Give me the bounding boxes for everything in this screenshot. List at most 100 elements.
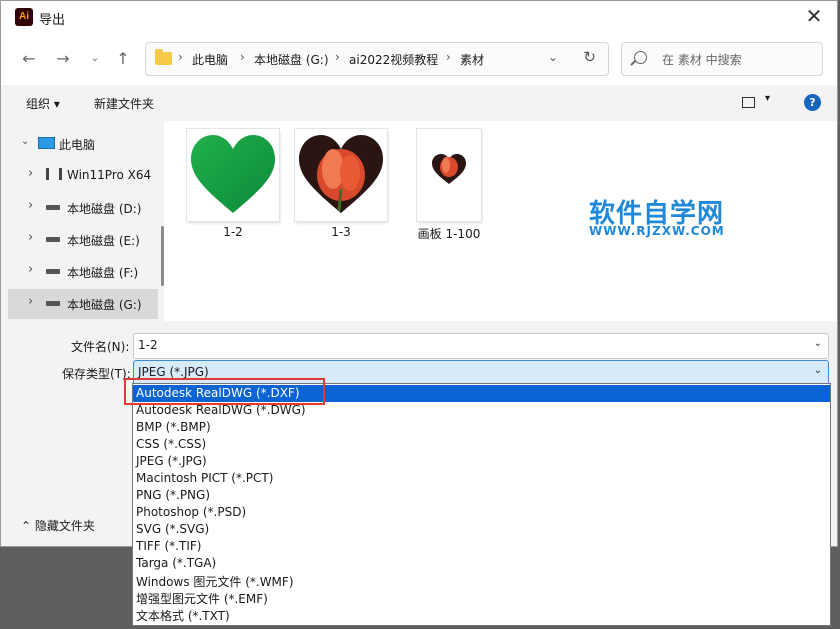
breadcrumb-drive-g[interactable]: 本地磁盘 (G:) bbox=[254, 51, 329, 68]
view-icon[interactable] bbox=[742, 97, 755, 108]
organize-button[interactable]: 组织 ▾ bbox=[26, 95, 60, 112]
artboard-thumbnail bbox=[417, 129, 481, 221]
option-label: PNG (*.PNG) bbox=[136, 488, 211, 502]
sidebar-item-drive-f[interactable]: › 本地磁盘 (F:) bbox=[8, 257, 158, 287]
filename-field[interactable]: 1-2 ⌄ bbox=[133, 333, 829, 359]
option-pct[interactable]: Macintosh PICT (*.PCT) bbox=[133, 470, 830, 487]
chevron-right-icon[interactable]: › bbox=[28, 262, 33, 277]
option-jpg[interactable]: JPEG (*.JPG) bbox=[133, 453, 830, 470]
chevron-right-icon[interactable]: › bbox=[28, 294, 33, 309]
option-svg[interactable]: SVG (*.SVG) bbox=[133, 521, 830, 538]
small-tulip-heart-icon bbox=[432, 154, 466, 184]
computer-icon bbox=[38, 137, 55, 149]
chevron-down-icon[interactable]: ⌄ bbox=[21, 136, 29, 147]
green-heart-icon bbox=[191, 135, 275, 213]
hide-folders-toggle[interactable]: ⌃ 隐藏文件夹 bbox=[21, 517, 95, 534]
recent-chevron-icon[interactable]: ⌄ bbox=[83, 47, 107, 71]
option-label: TIFF (*.TIF) bbox=[136, 539, 202, 553]
watermark-url: WWW.RJZXW.COM bbox=[589, 224, 725, 238]
breadcrumb-ai2022[interactable]: ai2022视频教程 bbox=[349, 51, 438, 68]
help-icon[interactable]: ? bbox=[804, 94, 821, 111]
address-bar-row: ← → ⌄ ↑ › 此电脑 › 本地磁盘 (G:) › ai2022视频教程 ›… bbox=[1, 33, 837, 85]
close-button[interactable]: ✕ bbox=[791, 1, 837, 33]
forward-arrow-icon[interactable]: → bbox=[51, 47, 75, 71]
address-dropdown-icon[interactable]: ⌄ bbox=[548, 50, 558, 64]
sidebar-item-drive-g[interactable]: › 本地磁盘 (G:) bbox=[8, 289, 158, 319]
breadcrumb-this-pc[interactable]: 此电脑 bbox=[192, 51, 228, 68]
filename-value: 1-2 bbox=[138, 338, 158, 352]
option-tif[interactable]: TIFF (*.TIF) bbox=[133, 538, 830, 555]
back-arrow-icon[interactable]: ← bbox=[17, 47, 41, 71]
refresh-icon[interactable]: ↻ bbox=[583, 48, 596, 66]
option-label: 增强型图元文件 (*.EMF) bbox=[136, 592, 268, 606]
address-field[interactable]: › 此电脑 › 本地磁盘 (G:) › ai2022视频教程 › 素材 ⌄ ↻ bbox=[145, 42, 609, 76]
option-label: CSS (*.CSS) bbox=[136, 437, 207, 451]
view-dropdown-icon[interactable]: ▾ bbox=[765, 93, 770, 104]
sidebar-item-label: Win11Pro X64 bbox=[67, 168, 152, 182]
option-label: Macintosh PICT (*.PCT) bbox=[136, 471, 274, 485]
crumb-separator: › bbox=[335, 50, 340, 64]
title-bar: Ai 导出 ✕ bbox=[1, 1, 837, 33]
sidebar-item-label: 本地磁盘 (G:) bbox=[67, 298, 142, 312]
breadcrumb-material[interactable]: 素材 bbox=[460, 51, 484, 68]
sidebar-item-label: 本地磁盘 (E:) bbox=[67, 234, 140, 248]
sidebar-item-this-pc[interactable]: ⌄ 此电脑 bbox=[8, 129, 158, 159]
network-icon bbox=[46, 168, 62, 180]
folder-icon bbox=[155, 49, 172, 65]
chevron-right-icon[interactable]: › bbox=[28, 166, 33, 181]
option-bmp[interactable]: BMP (*.BMP) bbox=[133, 419, 830, 436]
search-placeholder: 在 素材 中搜索 bbox=[662, 53, 742, 67]
chevron-down-icon[interactable]: ⌄ bbox=[814, 338, 822, 349]
drive-icon bbox=[46, 237, 60, 242]
chevron-down-icon[interactable]: ⌄ bbox=[814, 365, 822, 376]
crumb-separator: › bbox=[178, 50, 183, 64]
filetype-value: JPEG (*.JPG) bbox=[138, 365, 209, 379]
option-txt[interactable]: 文本格式 (*.TXT) bbox=[133, 606, 830, 623]
option-psd[interactable]: Photoshop (*.PSD) bbox=[133, 504, 830, 521]
sidebar-item-drive-d[interactable]: › 本地磁盘 (D:) bbox=[8, 193, 158, 223]
option-emf[interactable]: 增强型图元文件 (*.EMF) bbox=[133, 589, 830, 606]
dialog-title: 导出 bbox=[39, 13, 66, 28]
option-label: Autodesk RealDWG (*.DWG) bbox=[136, 403, 306, 417]
option-label: Targa (*.TGA) bbox=[136, 556, 217, 570]
file-name: 画板 1-100 bbox=[417, 227, 481, 241]
up-arrow-icon[interactable]: ↑ bbox=[111, 47, 135, 71]
filename-label: 文件名(N): bbox=[71, 340, 130, 354]
command-bar: 组织 ▾ 新建文件夹 ▾ ? bbox=[1, 85, 837, 121]
sidebar-item-label: 本地磁盘 (F:) bbox=[67, 266, 139, 280]
sidebar-item-label: 此电脑 bbox=[59, 138, 96, 152]
option-label: BMP (*.BMP) bbox=[136, 420, 211, 434]
search-icon bbox=[634, 51, 647, 64]
file-name: 1-3 bbox=[331, 225, 351, 239]
drive-icon bbox=[46, 301, 60, 306]
green-heart-thumbnail bbox=[187, 129, 279, 221]
chevron-right-icon[interactable]: › bbox=[28, 198, 33, 213]
illustrator-app-icon: Ai bbox=[15, 8, 33, 26]
option-label: 文本格式 (*.TXT) bbox=[136, 609, 230, 623]
option-wmf[interactable]: Windows 图元文件 (*.WMF) bbox=[133, 572, 830, 589]
new-folder-button[interactable]: 新建文件夹 bbox=[94, 95, 154, 112]
search-input[interactable]: 在 素材 中搜索 bbox=[621, 42, 823, 76]
option-label: Photoshop (*.PSD) bbox=[136, 505, 247, 519]
option-tga[interactable]: Targa (*.TGA) bbox=[133, 555, 830, 572]
file-name: 1-2 bbox=[223, 225, 243, 239]
option-css[interactable]: CSS (*.CSS) bbox=[133, 436, 830, 453]
chevron-right-icon[interactable]: › bbox=[28, 230, 33, 245]
tulip-heart-thumbnail bbox=[295, 129, 387, 221]
option-png[interactable]: PNG (*.PNG) bbox=[133, 487, 830, 504]
drive-icon bbox=[46, 269, 60, 274]
crumb-separator: › bbox=[240, 50, 245, 64]
sidebar-item-drive-e[interactable]: › 本地磁盘 (E:) bbox=[8, 225, 158, 255]
tulip-heart-icon bbox=[299, 135, 383, 213]
option-label: SVG (*.SVG) bbox=[136, 522, 210, 536]
filetype-label: 保存类型(T): bbox=[62, 367, 131, 381]
option-label: JPEG (*.JPG) bbox=[136, 454, 207, 468]
navigation-pane: ⌄ 此电脑 › Win11Pro X64 › 本地磁盘 (D:) › 本地磁盘 … bbox=[8, 121, 164, 321]
drive-icon bbox=[46, 205, 60, 210]
sidebar-item-win11pro[interactable]: › Win11Pro X64 bbox=[8, 161, 158, 191]
highlight-annotation-box bbox=[124, 378, 325, 405]
file-list: 1-2 1-3 画板 1-100 软件自学网 WWW.RJZXW.COM bbox=[164, 121, 837, 321]
option-label: Windows 图元文件 (*.WMF) bbox=[136, 575, 294, 589]
sidebar-item-label: 本地磁盘 (D:) bbox=[67, 202, 142, 216]
crumb-separator: › bbox=[446, 50, 451, 64]
